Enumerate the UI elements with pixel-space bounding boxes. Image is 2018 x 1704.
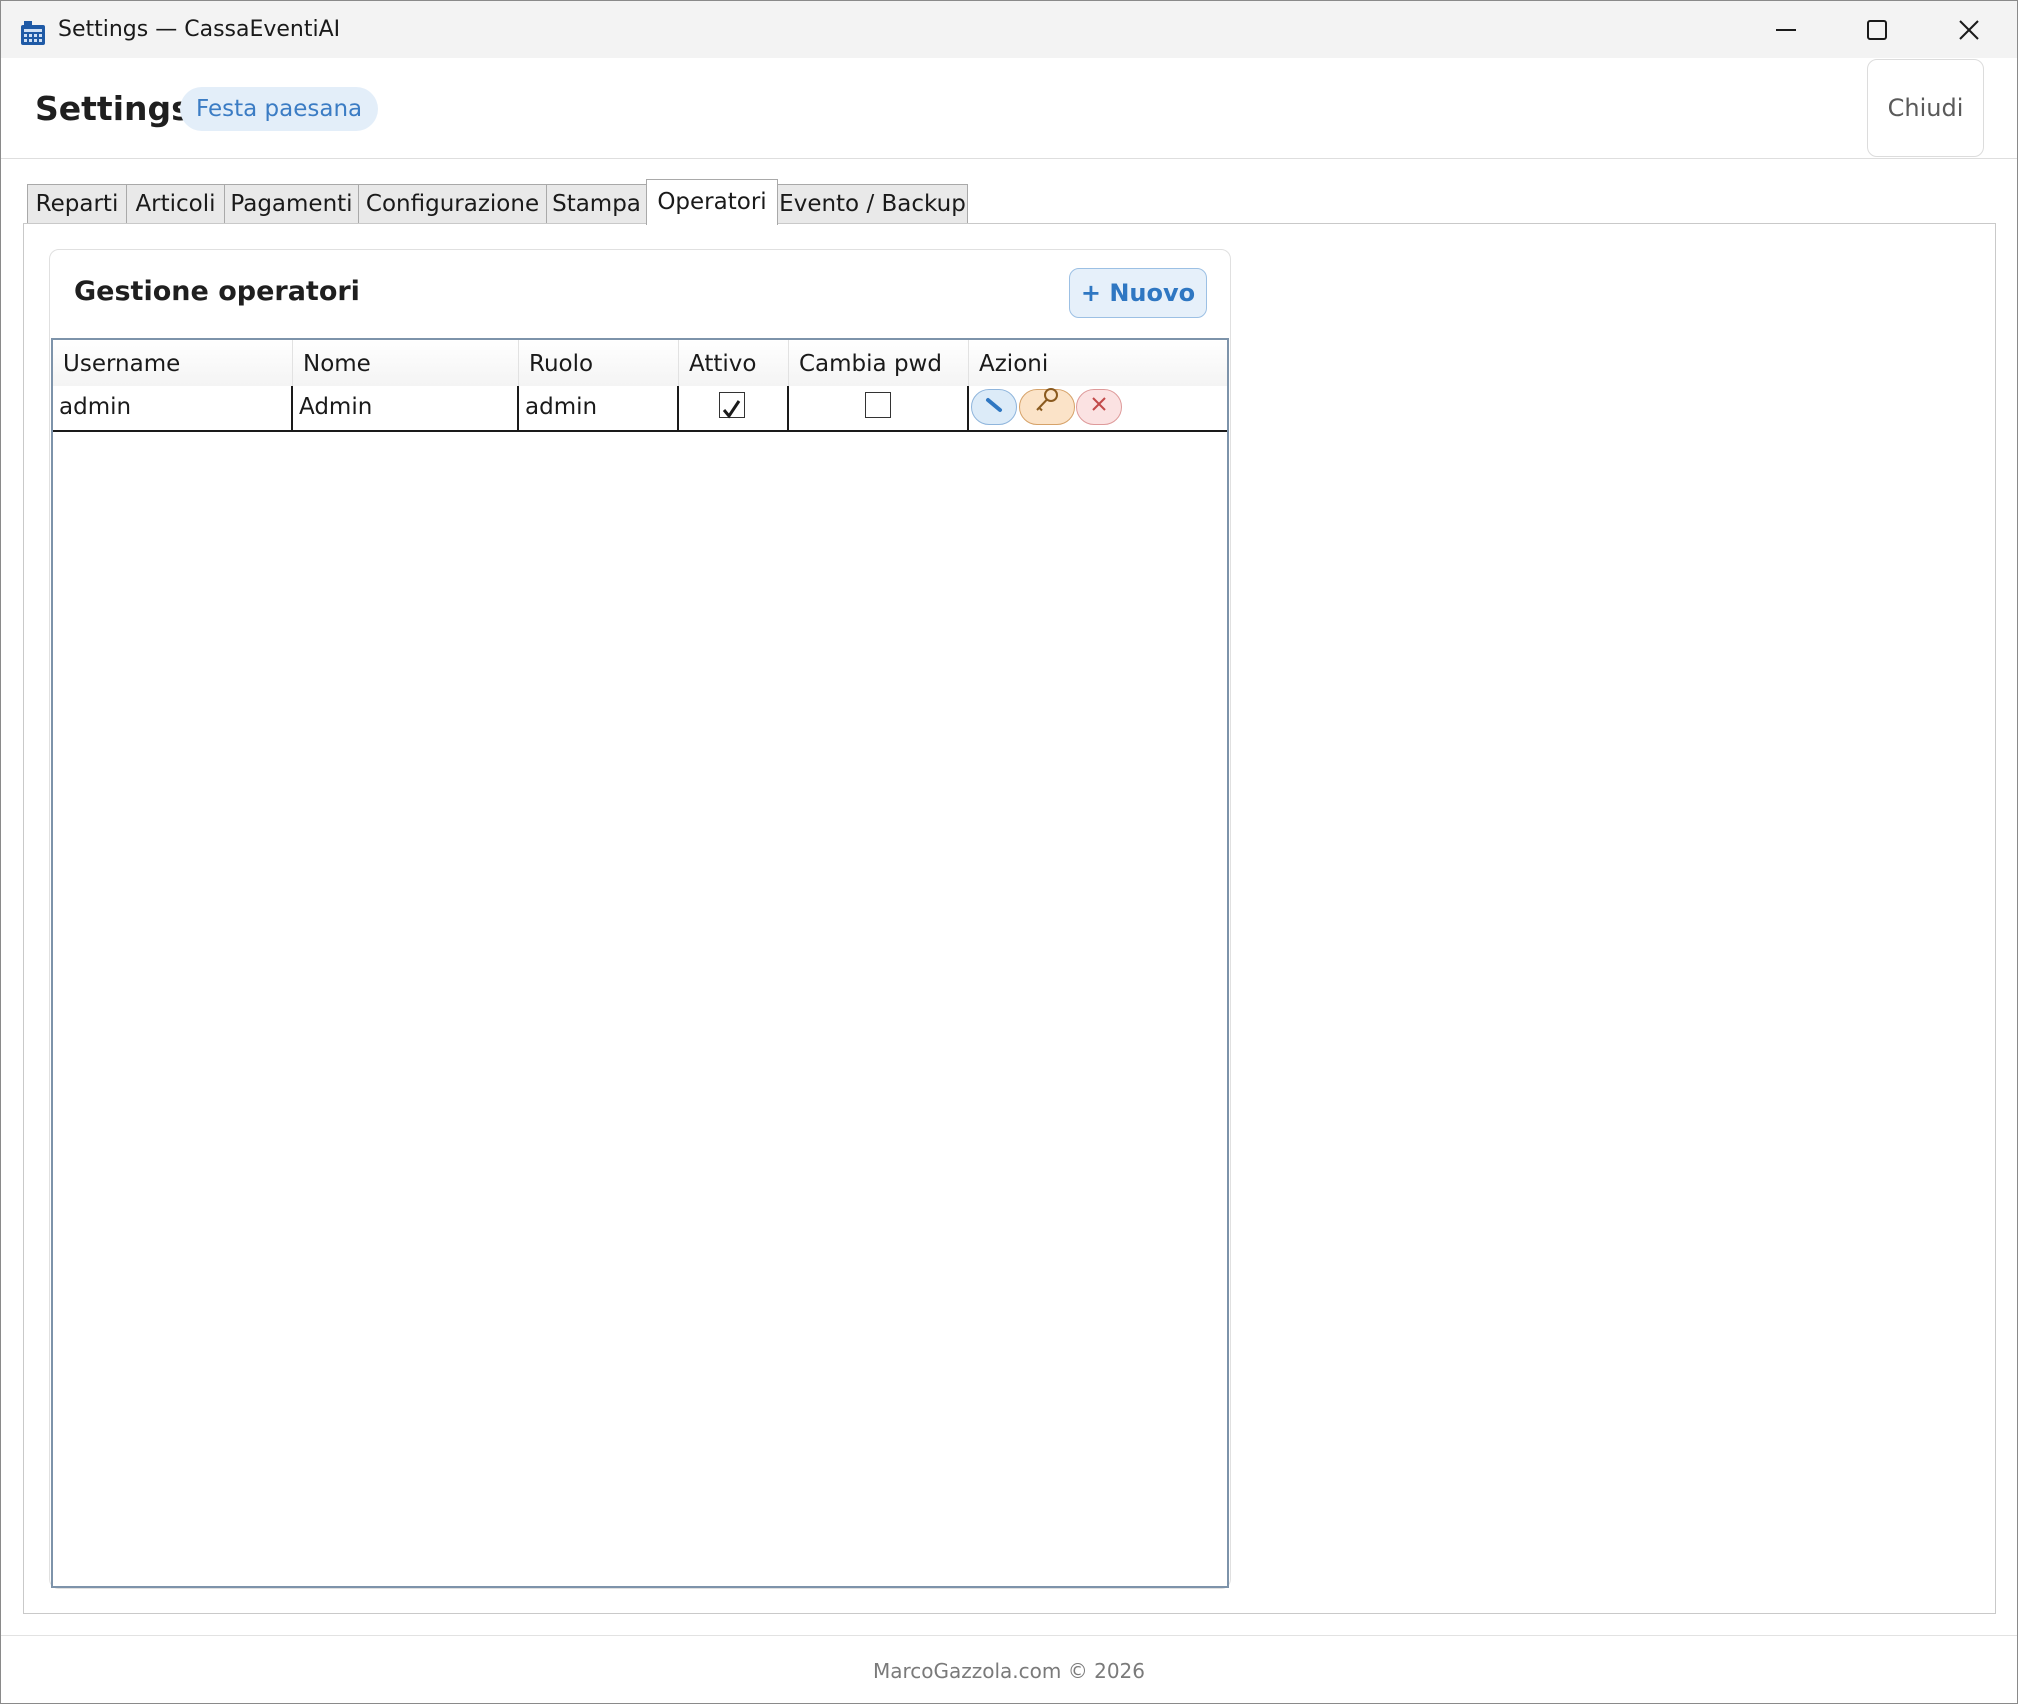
settings-header: Settings Festa paesana Chiudi — [1, 58, 2017, 159]
delete-button[interactable] — [1076, 389, 1122, 425]
column-header-attivo[interactable]: Attivo — [679, 340, 789, 386]
cell-cambia-pwd — [789, 386, 969, 430]
window-close-button[interactable] — [1923, 1, 2015, 58]
new-operator-button[interactable]: + Nuovo — [1069, 268, 1207, 318]
check-icon — [722, 400, 741, 419]
tab-operatori[interactable]: Operatori — [646, 179, 778, 225]
footer-divider — [1, 1635, 2017, 1636]
card-title: Gestione operatori — [74, 276, 360, 307]
title-bar: Settings — CassaEventiAI — [1, 1, 2017, 58]
tab-articoli[interactable]: Articoli — [126, 184, 225, 224]
window-title: Settings — CassaEventiAI — [58, 17, 341, 42]
operators-card: Gestione operatori + Nuovo Username Nome… — [49, 249, 1231, 1589]
cell-nome[interactable]: Admin — [293, 386, 519, 430]
footer-copyright: MarcoGazzola.com © 2026 — [872, 1659, 1145, 1683]
edit-button[interactable] — [971, 389, 1017, 425]
cell-attivo — [679, 386, 789, 430]
table-header: Username Nome Ruolo Attivo Cambia pwd Az… — [53, 340, 1227, 387]
close-icon — [1958, 19, 1980, 41]
cell-username[interactable]: admin — [53, 386, 293, 430]
minimize-button[interactable] — [1740, 1, 1832, 58]
tab-reparti[interactable]: Reparti — [27, 184, 127, 224]
column-header-nome[interactable]: Nome — [293, 340, 519, 386]
maximize-button[interactable] — [1831, 1, 1923, 58]
tab-evento-backup[interactable]: Evento / Backup — [777, 184, 968, 224]
event-badge: Festa paesana — [180, 87, 379, 131]
tab-stampa[interactable]: Stampa — [546, 184, 647, 224]
operators-table: Username Nome Ruolo Attivo Cambia pwd Az… — [51, 338, 1229, 1588]
attivo-checkbox[interactable] — [719, 392, 745, 419]
key-icon — [1033, 386, 1061, 428]
tab-configurazione[interactable]: Configurazione — [358, 184, 547, 224]
cell-azioni — [969, 386, 1227, 430]
delete-icon — [1089, 386, 1109, 428]
settings-window: Settings — CassaEventiAI Settings Festa … — [0, 0, 2018, 1704]
tab-pagamenti[interactable]: Pagamenti — [224, 184, 359, 224]
cash-register-icon — [20, 20, 46, 46]
page-title: Settings — [35, 89, 191, 128]
column-header-ruolo[interactable]: Ruolo — [519, 340, 679, 386]
reset-password-button[interactable] — [1019, 386, 1075, 428]
cambia-pwd-checkbox[interactable] — [865, 392, 891, 418]
cell-ruolo[interactable]: admin — [519, 386, 679, 430]
minimize-icon — [1775, 19, 1797, 41]
column-header-azioni[interactable]: Azioni — [969, 340, 1227, 386]
table-row[interactable]: admin Admin admin — [53, 386, 1227, 432]
column-header-username[interactable]: Username — [53, 340, 293, 386]
chiudi-button[interactable]: Chiudi — [1867, 59, 1984, 157]
column-header-cambia-pwd[interactable]: Cambia pwd — [789, 340, 969, 386]
maximize-icon — [1866, 19, 1888, 41]
edit-icon — [984, 386, 1004, 428]
